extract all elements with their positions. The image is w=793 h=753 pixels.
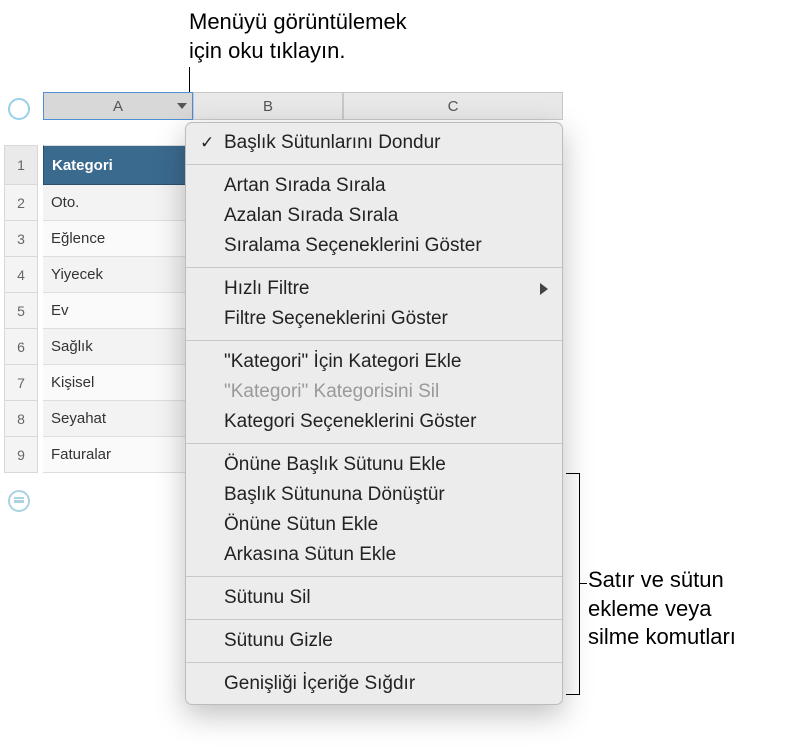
annotation-right-line3: silme komutları xyxy=(588,624,736,649)
table-row: Kişisel xyxy=(43,365,193,401)
menu-sort-ascending[interactable]: Artan Sırada Sırala xyxy=(186,171,562,201)
cell-a3[interactable]: Eğlence xyxy=(43,221,193,257)
table-row: Seyahat xyxy=(43,401,193,437)
callout-bracket xyxy=(566,473,580,695)
cell-a4[interactable]: Yiyecek xyxy=(43,257,193,293)
column-header-c[interactable]: C xyxy=(343,92,563,120)
menu-add-header-col-before[interactable]: Önüne Başlık Sütunu Ekle xyxy=(186,450,562,480)
table-row: Kategori xyxy=(43,145,193,185)
chevron-down-icon[interactable] xyxy=(177,103,187,109)
row-header-2[interactable]: 2 xyxy=(4,185,38,221)
menu-add-col-before[interactable]: Önüne Sütun Ekle xyxy=(186,510,562,540)
cell-a6[interactable]: Sağlık xyxy=(43,329,193,365)
table-handle-corner[interactable] xyxy=(8,98,30,120)
menu-separator xyxy=(186,164,562,165)
menu-sort-options[interactable]: Sıralama Seçeneklerini Göster xyxy=(186,231,562,261)
row-header-4[interactable]: 4 xyxy=(4,257,38,293)
row-header-9[interactable]: 9 xyxy=(4,437,38,473)
table-row: Oto. xyxy=(43,185,193,221)
column-label-a: A xyxy=(113,98,123,115)
row-header-1[interactable]: 1 xyxy=(4,145,38,185)
row-header-7[interactable]: 7 xyxy=(4,365,38,401)
column-label-c: C xyxy=(448,98,459,115)
row-header-5[interactable]: 5 xyxy=(4,293,38,329)
add-row-handle[interactable] xyxy=(8,490,30,512)
annotation-right-line2: ekleme veya xyxy=(588,596,712,621)
menu-filter-options[interactable]: Filtre Seçeneklerini Göster xyxy=(186,304,562,334)
cell-a5[interactable]: Ev xyxy=(43,293,193,329)
row-headers: 1 2 3 4 5 6 7 8 9 xyxy=(4,145,38,473)
annotation-right: Satır ve sütun ekleme veya silme komutla… xyxy=(588,566,736,652)
annotation-top-line2: için oku tıklayın. xyxy=(189,38,346,63)
menu-separator xyxy=(186,267,562,268)
table-row: Ev xyxy=(43,293,193,329)
annotation-right-line1: Satır ve sütun xyxy=(588,567,724,592)
cell-a7[interactable]: Kişisel xyxy=(43,365,193,401)
menu-convert-to-header[interactable]: Başlık Sütununa Dönüştür xyxy=(186,480,562,510)
menu-separator xyxy=(186,576,562,577)
table-row: Yiyecek xyxy=(43,257,193,293)
menu-delete-category: "Kategori" Kategorisini Sil xyxy=(186,377,562,407)
menu-hide-column[interactable]: Sütunu Gizle xyxy=(186,626,562,656)
column-headers: A B C xyxy=(43,92,563,120)
checkmark-icon: ✓ xyxy=(200,133,214,153)
menu-category-options[interactable]: Kategori Seçeneklerini Göster xyxy=(186,407,562,437)
annotation-top: Menüyü görüntülemek için oku tıklayın. xyxy=(189,8,407,65)
cell-a8[interactable]: Seyahat xyxy=(43,401,193,437)
row-header-8[interactable]: 8 xyxy=(4,401,38,437)
menu-add-category[interactable]: "Kategori" İçin Kategori Ekle xyxy=(186,347,562,377)
column-label-b: B xyxy=(263,98,273,115)
callout-bracket-connector xyxy=(580,583,587,584)
menu-delete-column[interactable]: Sütunu Sil xyxy=(186,583,562,613)
annotation-top-line1: Menüyü görüntülemek xyxy=(189,9,407,34)
row-header-3[interactable]: 3 xyxy=(4,221,38,257)
menu-separator xyxy=(186,662,562,663)
menu-separator xyxy=(186,340,562,341)
menu-quick-filter[interactable]: Hızlı Filtre xyxy=(186,274,562,304)
table-row: Eğlence xyxy=(43,221,193,257)
cell-a1[interactable]: Kategori xyxy=(43,145,193,185)
menu-fit-width[interactable]: Genişliği İçeriğe Sığdır xyxy=(186,669,562,699)
menu-freeze-header-columns[interactable]: ✓ Başlık Sütunlarını Dondur xyxy=(186,128,562,158)
table-row: Faturalar xyxy=(43,437,193,473)
menu-separator xyxy=(186,443,562,444)
menu-sort-descending[interactable]: Azalan Sırada Sırala xyxy=(186,201,562,231)
column-header-b[interactable]: B xyxy=(193,92,343,120)
menu-separator xyxy=(186,619,562,620)
cell-a2[interactable]: Oto. xyxy=(43,185,193,221)
menu-add-col-after[interactable]: Arkasına Sütun Ekle xyxy=(186,540,562,570)
column-context-menu: ✓ Başlık Sütunlarını Dondur Artan Sırada… xyxy=(185,122,563,705)
table-row: Sağlık xyxy=(43,329,193,365)
data-cells: Kategori Oto. Eğlence Yiyecek Ev Sağlık … xyxy=(43,145,193,473)
row-header-6[interactable]: 6 xyxy=(4,329,38,365)
chevron-right-icon xyxy=(540,283,548,295)
cell-a9[interactable]: Faturalar xyxy=(43,437,193,473)
column-header-a[interactable]: A xyxy=(43,92,193,120)
